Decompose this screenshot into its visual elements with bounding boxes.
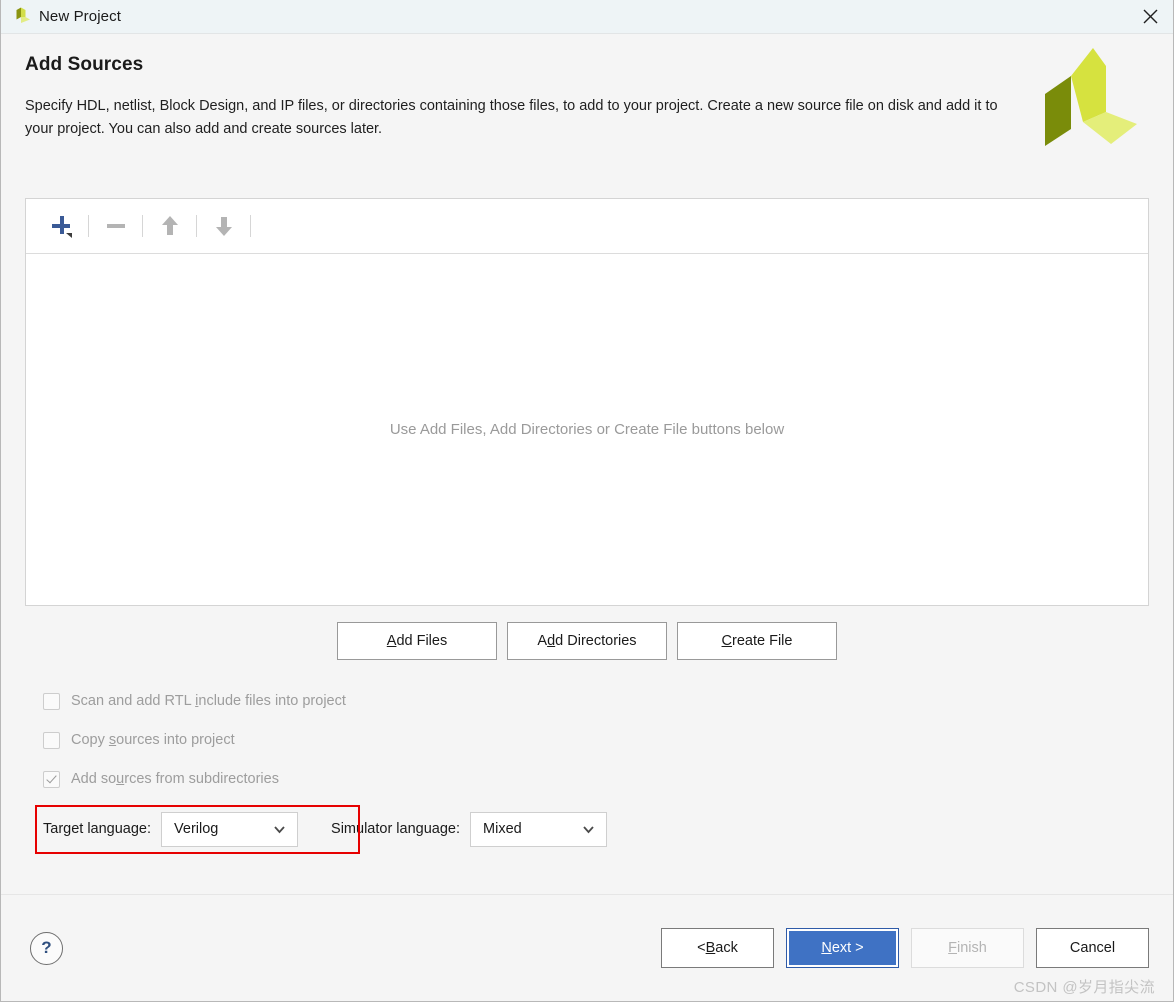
- back-mnemonic: B: [705, 940, 716, 956]
- scan-rtl-include-row[interactable]: Scan and add RTL include files into proj…: [43, 686, 1149, 716]
- minus-icon: [106, 224, 125, 228]
- xilinx-logo-icon: [1033, 34, 1145, 152]
- close-button[interactable]: [1127, 0, 1173, 32]
- add-files-mnemonic: A: [386, 633, 397, 649]
- add-subdirectories-row[interactable]: Add sources from subdirectories: [43, 764, 1149, 794]
- simulator-language-label: Simulator language:: [331, 821, 461, 837]
- dialog-body: Use Add Files, Add Directories or Create…: [1, 174, 1173, 894]
- add-directories-mnemonic: d: [547, 633, 556, 649]
- sources-list-area[interactable]: Use Add Files, Add Directories or Create…: [26, 254, 1148, 605]
- toolbar-separator: [250, 215, 251, 237]
- sources-panel: Use Add Files, Add Directories or Create…: [25, 198, 1149, 606]
- next-mnemonic: N: [821, 940, 832, 956]
- dialog-footer: ? < Back Next > Finish Cancel CSDN @岁月指尖…: [1, 894, 1173, 1001]
- move-source-down-button[interactable]: [202, 207, 245, 245]
- back-after: ack: [715, 940, 738, 956]
- add-subdirectories-label: Add sources from subdirectories: [71, 771, 279, 787]
- add-directories-after: d Directories: [555, 633, 637, 649]
- add-files-button[interactable]: Add Files: [337, 622, 497, 660]
- back-button[interactable]: < Back: [661, 928, 774, 968]
- copy-sources-label: Copy sources into project: [71, 732, 235, 748]
- window-title: New Project: [39, 8, 121, 25]
- sources-toolbar: [26, 199, 1148, 254]
- add-files-after: dd Files: [396, 633, 448, 649]
- language-options-row: Target language: Verilog Simulator langu…: [25, 803, 1149, 855]
- scan-rtl-include-checkbox[interactable]: [43, 692, 60, 710]
- back-before: <: [697, 940, 706, 956]
- finish-after: inish: [957, 940, 987, 956]
- arrow-up-icon: [161, 216, 178, 235]
- toolbar-separator: [142, 215, 143, 237]
- target-language-value: Verilog: [174, 821, 219, 837]
- new-project-dialog: New Project Add Sources Specify HDL, net…: [0, 0, 1174, 1002]
- create-file-mnemonic: C: [721, 633, 733, 649]
- chevron-down-icon: [274, 825, 285, 833]
- add-directories-button[interactable]: Add Directories: [507, 622, 667, 660]
- target-language-label: Target language:: [43, 821, 152, 837]
- toolbar-separator: [88, 215, 89, 237]
- close-icon: [1143, 9, 1157, 23]
- target-language-select[interactable]: Verilog: [161, 811, 299, 847]
- next-button[interactable]: Next >: [786, 928, 899, 968]
- wizard-navigation: < Back Next > Finish Cancel: [661, 928, 1149, 968]
- arrow-down-icon: [215, 217, 232, 236]
- next-after: ext >: [831, 940, 864, 956]
- finish-button[interactable]: Finish: [911, 928, 1024, 968]
- copy-sources-checkbox[interactable]: [43, 731, 60, 749]
- simulator-language-value: Mixed: [483, 821, 522, 837]
- page-description: Specify HDL, netlist, Block Design, and …: [25, 98, 998, 138]
- add-directories-before: A: [537, 633, 548, 649]
- source-options: Scan and add RTL include files into proj…: [25, 686, 1149, 794]
- title-bar: New Project: [1, 0, 1173, 34]
- finish-mnemonic: F: [948, 940, 958, 956]
- source-action-buttons: Add Files Add Directories Create File: [25, 622, 1149, 660]
- add-source-button[interactable]: [40, 207, 83, 245]
- add-subdirectories-checkbox[interactable]: [43, 770, 60, 788]
- label-after: nclude files into project: [198, 693, 346, 709]
- create-file-after: reate File: [732, 633, 793, 649]
- label-before: Copy: [71, 732, 109, 748]
- toolbar-separator: [196, 215, 197, 237]
- empty-list-hint: Use Add Files, Add Directories or Create…: [389, 421, 785, 438]
- cancel-label: Cancel: [1069, 940, 1116, 956]
- vivado-logo-icon: [10, 6, 32, 28]
- copy-sources-row[interactable]: Copy sources into project: [43, 725, 1149, 755]
- plus-icon: [51, 216, 72, 238]
- chevron-down-icon: [583, 825, 594, 833]
- dialog-header: Add Sources Specify HDL, netlist, Block …: [1, 34, 1173, 174]
- cancel-button[interactable]: Cancel: [1036, 928, 1149, 968]
- page-title: Add Sources: [25, 54, 144, 75]
- label-after: rces from subdirectories: [124, 771, 279, 787]
- scan-rtl-include-label: Scan and add RTL include files into proj…: [71, 693, 346, 709]
- simulator-language-select[interactable]: Mixed: [470, 811, 608, 847]
- move-source-up-button[interactable]: [148, 207, 191, 245]
- remove-source-button[interactable]: [94, 207, 137, 245]
- label-after: ources into project: [116, 732, 235, 748]
- create-file-button[interactable]: Create File: [677, 622, 837, 660]
- watermark: CSDN @岁月指尖流: [1013, 979, 1155, 996]
- help-button[interactable]: ?: [30, 931, 63, 965]
- label-before: Scan and add RTL: [71, 693, 196, 709]
- label-before: Add so: [71, 771, 117, 787]
